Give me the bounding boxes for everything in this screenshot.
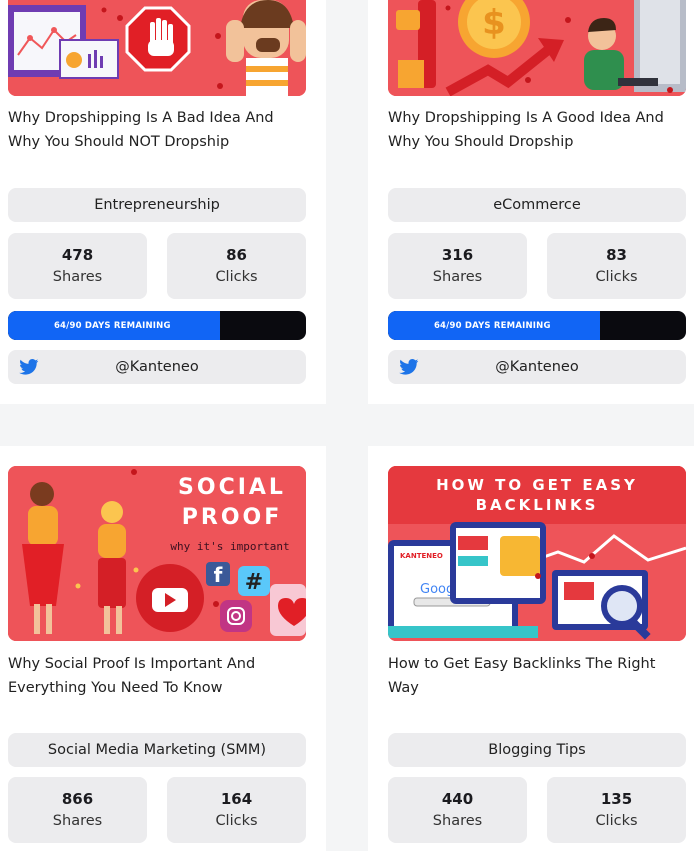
- image-heading: BACKLINKS: [476, 496, 599, 514]
- shares-stat: 866 Shares: [8, 777, 147, 843]
- clicks-label: Clicks: [215, 813, 258, 829]
- svg-text:#: #: [245, 570, 263, 595]
- post-card: HOW TO GET EASY BACKLINKS KANTENEO Googl…: [368, 446, 694, 851]
- category-tag[interactable]: Social Media Marketing (SMM): [8, 733, 306, 767]
- social-proof-illustration: SOCIAL PROOF why it's important f #: [8, 466, 306, 641]
- shares-label: Shares: [432, 269, 483, 285]
- image-subheading: why it's important: [170, 540, 289, 553]
- shares-label: Shares: [52, 269, 103, 285]
- post-card: SOCIAL PROOF why it's important f # Why …: [0, 446, 326, 851]
- twitter-icon: [19, 359, 39, 375]
- post-title[interactable]: Why Social Proof Is Important And Everyt…: [8, 652, 298, 700]
- progress-text: 64/90 DAYS REMAINING: [53, 320, 171, 331]
- post-title[interactable]: Why Dropshipping Is A Good Idea And Why …: [388, 106, 678, 154]
- shares-count: 316: [441, 246, 474, 264]
- post-title[interactable]: Why Dropshipping Is A Bad Idea And Why Y…: [8, 106, 298, 154]
- clicks-stat: 86 Clicks: [167, 233, 306, 299]
- post-title[interactable]: How to Get Easy Backlinks The Right Way: [388, 652, 678, 700]
- clicks-label: Clicks: [595, 813, 638, 829]
- post-title-line[interactable]: Everything You Need To Know: [8, 680, 223, 696]
- days-remaining-progress: 64/90 DAYS REMAINING: [388, 311, 686, 340]
- clicks-count: 83: [606, 246, 627, 264]
- days-remaining-progress: 64/90 DAYS REMAINING: [8, 311, 306, 340]
- post-title-line[interactable]: How to Get Easy Backlinks The Right: [388, 656, 655, 672]
- post-thumbnail[interactable]: HOW TO GET EASY BACKLINKS KANTENEO Googl…: [388, 466, 686, 641]
- shares-label: Shares: [52, 813, 103, 829]
- post-title-line[interactable]: Why Dropshipping Is A Bad Idea And: [8, 110, 274, 126]
- post-title-line[interactable]: Why You Should NOT Dropship: [8, 134, 229, 150]
- post-title-line[interactable]: Why You Should Dropship: [388, 134, 573, 150]
- twitter-handle[interactable]: @Kanteneo: [388, 359, 686, 375]
- post-thumbnail[interactable]: [8, 0, 306, 96]
- clicks-label: Clicks: [595, 269, 638, 285]
- image-heading: SOCIAL: [178, 475, 286, 500]
- post-thumbnail[interactable]: SOCIAL PROOF why it's important f #: [8, 466, 306, 641]
- image-heading: HOW TO GET EASY: [436, 476, 638, 494]
- clicks-count: 86: [226, 246, 247, 264]
- twitter-handle[interactable]: @Kanteneo: [8, 359, 306, 375]
- shares-stat: 478 Shares: [8, 233, 147, 299]
- progress-text: 64/90 DAYS REMAINING: [433, 320, 551, 331]
- clicks-stat: 164 Clicks: [167, 777, 306, 843]
- category-tag[interactable]: Entrepreneurship: [8, 188, 306, 222]
- shares-label: Shares: [432, 813, 483, 829]
- shares-count: 866: [61, 790, 94, 808]
- dropshipping-bad-illustration: [8, 0, 306, 96]
- twitter-icon: [399, 359, 419, 375]
- twitter-handle-button[interactable]: @Kanteneo: [8, 350, 306, 384]
- svg-text:$: $: [482, 3, 506, 43]
- shares-count: 478: [61, 246, 94, 264]
- clicks-count: 164: [220, 790, 253, 808]
- clicks-count: 135: [600, 790, 633, 808]
- post-card: $ Why Dropshipping Is A Good Idea And Wh…: [368, 0, 694, 404]
- category-tag[interactable]: eCommerce: [388, 188, 686, 222]
- clicks-stat: 135 Clicks: [547, 777, 686, 843]
- image-logo-text: KANTENEO: [400, 552, 443, 560]
- twitter-handle-button[interactable]: @Kanteneo: [388, 350, 686, 384]
- image-heading: PROOF: [182, 505, 283, 530]
- category-tag[interactable]: Blogging Tips: [388, 733, 686, 767]
- shares-stat: 440 Shares: [388, 777, 527, 843]
- shares-count: 440: [441, 790, 474, 808]
- post-title-line[interactable]: Why Dropshipping Is A Good Idea And: [388, 110, 664, 126]
- post-title-line[interactable]: Why Social Proof Is Important And: [8, 656, 255, 672]
- clicks-label: Clicks: [215, 269, 258, 285]
- post-thumbnail[interactable]: $: [388, 0, 686, 96]
- clicks-stat: 83 Clicks: [547, 233, 686, 299]
- dropshipping-good-illustration: $: [388, 0, 686, 96]
- post-card: Why Dropshipping Is A Bad Idea And Why Y…: [0, 0, 326, 404]
- backlinks-illustration: HOW TO GET EASY BACKLINKS KANTENEO Googl…: [388, 466, 686, 641]
- svg-text:f: f: [214, 563, 223, 587]
- post-title-line[interactable]: Way: [388, 680, 419, 696]
- shares-stat: 316 Shares: [388, 233, 527, 299]
